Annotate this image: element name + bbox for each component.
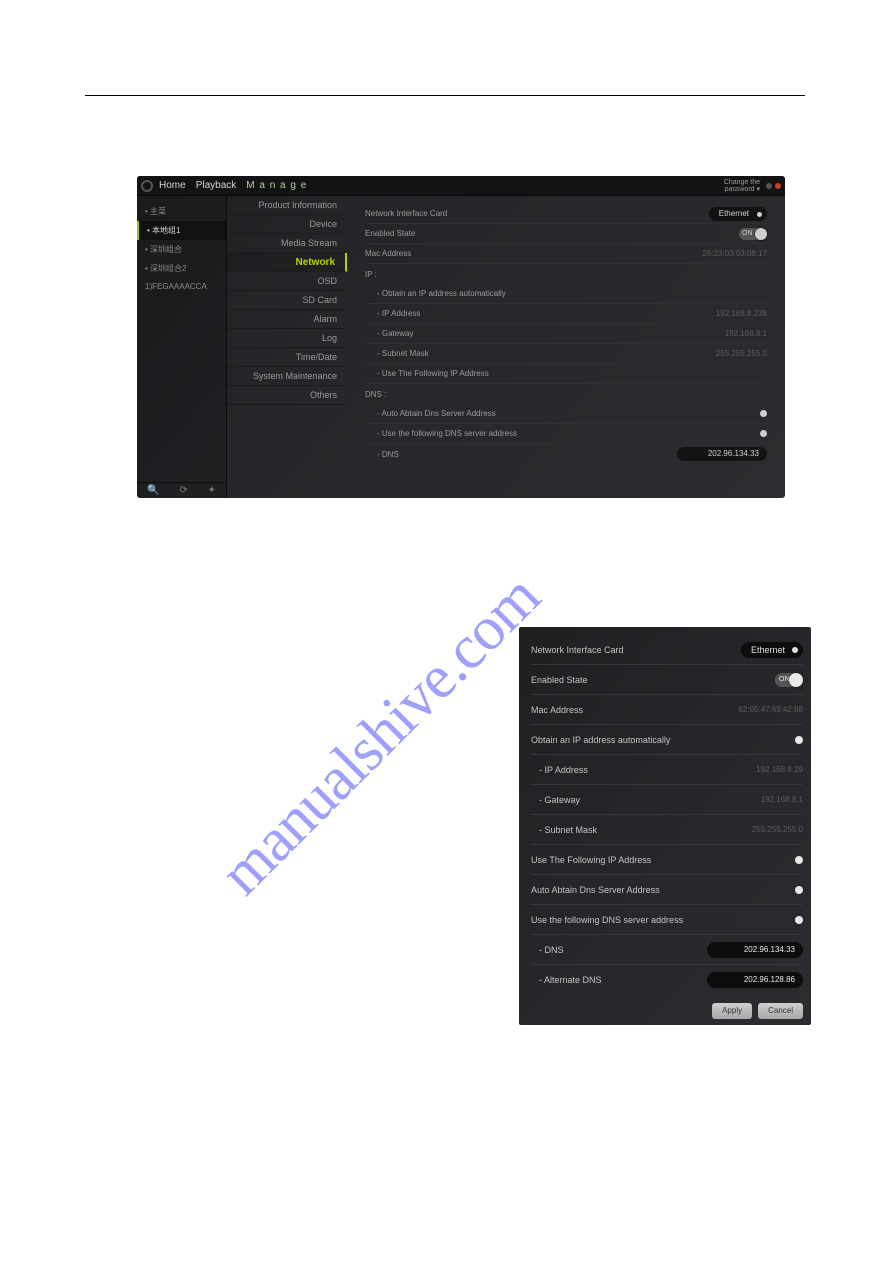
dns-input[interactable]: 202.96.134.33 [707, 942, 803, 958]
window-controls [766, 183, 781, 189]
use-dns-radio[interactable] [795, 916, 803, 924]
enabled-state-label: Enabled State [365, 229, 415, 238]
nav-item-osd[interactable]: OSD [227, 272, 347, 291]
add-icon[interactable]: ✦ [208, 485, 216, 496]
auto-dns-label: - Auto Abtain Dns Server Address [377, 409, 496, 418]
auto-ip-label: - Obtain an IP address automatically [377, 289, 506, 298]
ip-address-value: 192.168.8.29 [756, 765, 803, 774]
top-bar: Home Playback M a n a g e Change the pas… [137, 176, 785, 196]
use-ip-radio[interactable] [795, 856, 803, 864]
mac-address-value: 26:23:03:03:08:17 [702, 249, 767, 258]
dns-input[interactable]: 202.96.134.33 [677, 447, 767, 461]
nav-item-media-stream[interactable]: Media Stream [227, 234, 347, 253]
divider [85, 95, 805, 96]
tree-item[interactable]: • 深圳组合 [137, 240, 226, 259]
use-ip-label: - Use The Following IP Address [377, 369, 489, 378]
app-logo-icon [141, 180, 153, 192]
tree-item[interactable]: 1)FEGAAAACCA [137, 278, 226, 295]
use-dns-label: Use the following DNS server address [531, 915, 683, 925]
subnet-mask-label: - Subnet Mask [531, 825, 597, 835]
ip-address-value: 192.168.8.238 [716, 309, 767, 318]
nav-playback[interactable]: Playback [196, 180, 237, 191]
nav-manage[interactable]: M a n a g e [246, 180, 307, 191]
dns-section-header: DNS : [365, 390, 386, 399]
gateway-value: 192.168.8.1 [761, 795, 803, 804]
nav-item-network[interactable]: Network [227, 253, 347, 272]
auto-dns-radio[interactable] [760, 410, 767, 417]
subnet-mask-label: - Subnet Mask [377, 349, 429, 358]
auto-dns-label: Auto Abtain Dns Server Address [531, 885, 660, 895]
close-icon[interactable] [775, 183, 781, 189]
subnet-mask-value: 255.255.255.0 [752, 825, 803, 834]
tree-item[interactable]: • 本地组1 [137, 221, 226, 240]
mac-address-label: Mac Address [531, 705, 583, 715]
enabled-state-label: Enabled State [531, 675, 588, 685]
change-password-link[interactable]: Change the password ▾ [724, 179, 760, 193]
auto-ip-label: Obtain an IP address automatically [531, 735, 670, 745]
auto-dns-radio[interactable] [795, 886, 803, 894]
ip-section-header: IP : [365, 270, 377, 279]
alt-dns-input[interactable]: 202.96.128.86 [707, 972, 803, 988]
nic-label: Network Interface Card [365, 209, 447, 218]
device-tree: • 主菜 • 本地组1 • 深圳组合 • 深圳组合2 1)FEGAAAACCA [137, 196, 226, 482]
tree-item[interactable]: • 深圳组合2 [137, 259, 226, 278]
use-ip-label: Use The Following IP Address [531, 855, 651, 865]
nic-label: Network Interface Card [531, 645, 624, 655]
use-dns-label: - Use the following DNS server address [377, 429, 517, 438]
nav-item-log[interactable]: Log [227, 329, 347, 348]
gateway-label: - Gateway [377, 329, 413, 338]
alt-dns-label: - Alternate DNS [531, 975, 602, 985]
action-buttons: Apply Cancel [531, 1003, 803, 1019]
apply-button[interactable]: Apply [712, 1003, 752, 1019]
sidebar-tools: 🔍 ⟳ ✦ [137, 482, 226, 498]
tree-item[interactable]: • 主菜 [137, 202, 226, 221]
nav-item-device[interactable]: Device [227, 215, 347, 234]
subnet-mask-value: 255.255.255.0 [716, 349, 767, 358]
ip-address-label: - IP Address [531, 765, 588, 775]
mac-address-value: 62:05:47:69:42:88 [738, 705, 803, 714]
nav-item-time-date[interactable]: Time/Date [227, 348, 347, 367]
nav-item-product-info[interactable]: Product Information [227, 196, 347, 215]
cancel-button[interactable]: Cancel [758, 1003, 803, 1019]
dns-label: - DNS [377, 450, 399, 459]
dot-icon[interactable] [766, 183, 772, 189]
gateway-label: - Gateway [531, 795, 580, 805]
nav-item-others[interactable]: Others [227, 386, 347, 405]
mac-address-label: Mac Address [365, 249, 411, 258]
nav-item-system-maintenance[interactable]: System Maintenance [227, 367, 347, 386]
nav-item-alarm[interactable]: Alarm [227, 310, 347, 329]
enabled-toggle[interactable]: ON [739, 228, 767, 240]
auto-ip-radio[interactable] [795, 736, 803, 744]
gateway-value: 192.168.8.1 [725, 329, 767, 338]
settings-panel: Network Interface Card Ethernet Enabled … [347, 196, 785, 498]
nic-select[interactable]: Ethernet [709, 207, 767, 221]
dns-label: - DNS [531, 945, 564, 955]
app-window-main: Home Playback M a n a g e Change the pas… [137, 176, 785, 498]
enabled-toggle[interactable]: ON [775, 673, 803, 687]
search-icon[interactable]: 🔍 [147, 485, 159, 496]
nav-item-sd-card[interactable]: SD Card [227, 291, 347, 310]
nav-home[interactable]: Home [159, 180, 186, 191]
sidebar: • 主菜 • 本地组1 • 深圳组合 • 深圳组合2 1)FEGAAAACCA … [137, 196, 227, 498]
settings-nav: Product Information Device Media Stream … [227, 196, 347, 498]
nic-select[interactable]: Ethernet [741, 642, 803, 658]
ip-address-label: - IP Address [377, 309, 420, 318]
app-window-detail: Network Interface Card Ethernet Enabled … [519, 627, 811, 1025]
use-dns-radio[interactable] [760, 430, 767, 437]
refresh-icon[interactable]: ⟳ [179, 485, 187, 496]
